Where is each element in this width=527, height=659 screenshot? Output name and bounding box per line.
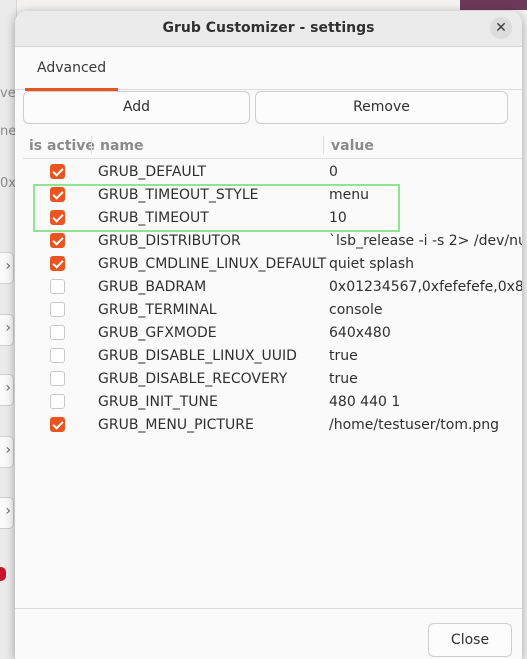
column-header-active[interactable]: is active	[29, 138, 95, 154]
setting-value[interactable]: `lsb_release -i -s 2> /dev/nu	[329, 233, 522, 249]
background-text: 0x	[0, 176, 16, 191]
settings-dialog: Grub Customizer - settings ✕ Advanced Ad…	[15, 11, 522, 659]
table-row[interactable]: GRUB_DISABLE_RECOVERY true	[23, 368, 522, 391]
table-header: is active name value	[23, 134, 522, 159]
active-checkbox[interactable]	[50, 417, 65, 432]
column-header-value[interactable]: value	[331, 138, 374, 154]
table-row[interactable]: GRUB_DEFAULT 0	[23, 161, 522, 184]
active-checkbox[interactable]	[50, 256, 65, 271]
background-text: ve	[0, 86, 16, 101]
close-icon[interactable]: ✕	[490, 17, 512, 39]
setting-name: GRUB_DISABLE_RECOVERY	[98, 371, 288, 387]
setting-name: GRUB_DISTRIBUTOR	[98, 233, 241, 249]
setting-name: GRUB_MENU_PICTURE	[98, 417, 254, 433]
table-row[interactable]: GRUB_BADRAM 0x01234567,0xfefefefe,0x8	[23, 276, 522, 299]
setting-value[interactable]: true	[329, 371, 522, 387]
tab-bar: Advanced	[15, 47, 522, 91]
toolbar: Add Remove	[23, 91, 514, 124]
settings-table: is active name value GRUB_DEFAULT 0 GRUB_T…	[23, 134, 522, 437]
setting-name: GRUB_DISABLE_LINUX_UUID	[98, 348, 297, 364]
table-row[interactable]: GRUB_GFXMODE 640x480	[23, 322, 522, 345]
table-row[interactable]: GRUB_INIT_TUNE 480 440 1	[23, 391, 522, 414]
desktop-corner	[460, 0, 527, 10]
setting-name: GRUB_CMDLINE_LINUX_DEFAULT	[98, 256, 327, 272]
dialog-footer: Close	[15, 608, 522, 659]
setting-value[interactable]: 480 440 1	[329, 394, 522, 410]
active-checkbox[interactable]	[50, 394, 65, 409]
background-control	[0, 436, 14, 468]
setting-value[interactable]: 640x480	[329, 325, 522, 341]
background-control	[0, 374, 14, 406]
setting-value[interactable]: console	[329, 302, 522, 318]
table-row[interactable]: GRUB_MENU_PICTURE/home/testuser/tom.png	[23, 414, 522, 437]
add-button[interactable]: Add	[23, 91, 250, 124]
setting-name: GRUB_INIT_TUNE	[98, 394, 218, 410]
close-button[interactable]: Close	[428, 623, 512, 657]
setting-value[interactable]: 0x01234567,0xfefefefe,0x8	[329, 279, 522, 295]
column-header-name[interactable]: name	[100, 138, 144, 154]
setting-value[interactable]: true	[329, 348, 522, 364]
column-separator	[323, 136, 324, 154]
active-checkbox[interactable]	[50, 279, 65, 294]
active-checkbox[interactable]	[50, 233, 65, 248]
active-checkbox[interactable]	[50, 325, 65, 340]
setting-name: GRUB_BADRAM	[98, 279, 207, 295]
window-title: Grub Customizer - settings	[162, 20, 375, 36]
setting-value[interactable]: /home/testuser/tom.png	[329, 417, 522, 433]
column-separator	[91, 136, 92, 154]
setting-name: GRUB_TERMINAL	[98, 302, 217, 318]
highlight-box	[33, 184, 400, 232]
background-control	[0, 252, 14, 284]
title-bar: Grub Customizer - settings ✕	[15, 11, 522, 47]
background-text: ne	[0, 124, 17, 139]
table-row[interactable]: GRUB_DISABLE_LINUX_UUID true	[23, 345, 522, 368]
background-control	[0, 314, 14, 346]
setting-value[interactable]: 0	[329, 164, 522, 180]
tab-advanced[interactable]: Advanced	[25, 57, 119, 91]
table-row[interactable]: GRUB_CMDLINE_LINUX_DEFAULT quiet splash	[23, 253, 522, 276]
remove-button[interactable]: Remove	[255, 91, 508, 124]
table-row[interactable]: GRUB_TERMINAL console	[23, 299, 522, 322]
active-checkbox[interactable]	[50, 371, 65, 386]
setting-name: GRUB_GFXMODE	[98, 325, 217, 341]
background-control	[0, 497, 14, 529]
setting-name: GRUB_DEFAULT	[98, 164, 207, 180]
active-checkbox[interactable]	[50, 164, 65, 179]
table-row[interactable]: GRUB_DISTRIBUTOR `lsb_release -i -s 2> /d…	[23, 230, 522, 253]
setting-value[interactable]: quiet splash	[329, 256, 522, 272]
active-checkbox[interactable]	[50, 348, 65, 363]
active-checkbox[interactable]	[50, 302, 65, 317]
